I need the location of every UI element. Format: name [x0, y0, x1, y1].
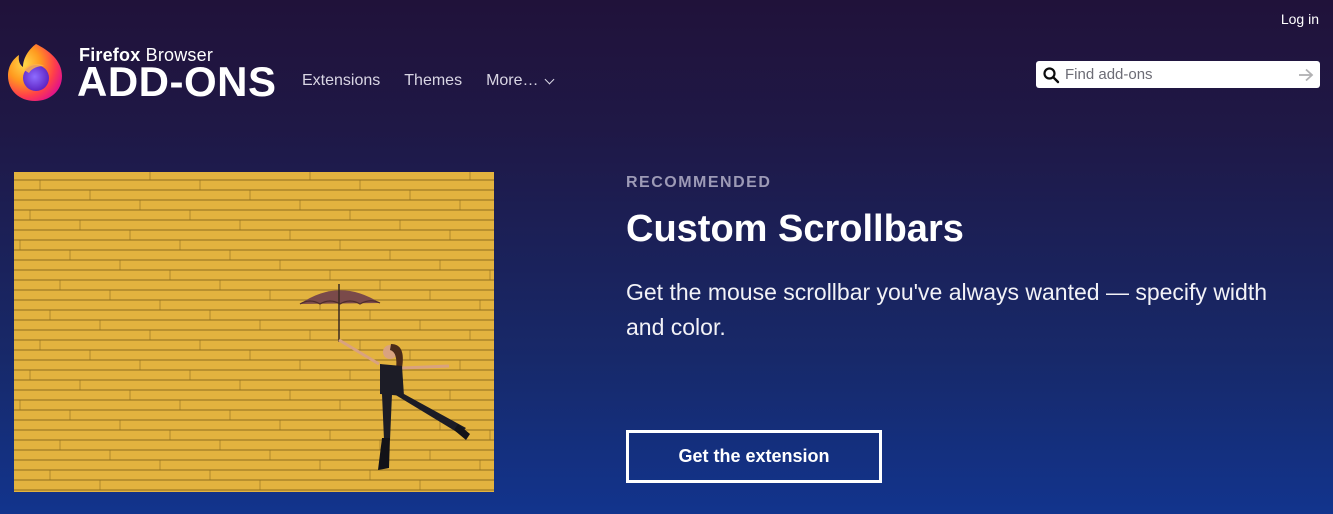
hero-title[interactable]: Custom Scrollbars — [626, 208, 964, 251]
search-input[interactable] — [1060, 66, 1292, 83]
firefox-logo-icon — [8, 44, 62, 101]
main-nav: Extensions Themes More… — [302, 72, 554, 90]
chevron-down-icon — [544, 74, 554, 84]
site-logo-link[interactable]: Firefox Browser ADD-ONS — [4, 40, 294, 110]
hero-description: Get the mouse scrollbar you've always wa… — [626, 279, 1268, 340]
nav-more-label: More… — [486, 72, 539, 89]
search-submit-button[interactable] — [1292, 61, 1320, 88]
get-extension-button[interactable]: Get the extension — [626, 430, 882, 483]
site-header: Firefox Browser ADD-ONS Extensions Theme… — [0, 0, 1333, 120]
search-icon — [1043, 66, 1060, 83]
nav-extensions[interactable]: Extensions — [302, 72, 380, 90]
nav-more-menu[interactable]: More… — [486, 72, 554, 90]
hero-image[interactable] — [14, 172, 494, 492]
nav-themes[interactable]: Themes — [404, 72, 462, 90]
arrow-right-icon — [1299, 68, 1314, 81]
login-link[interactable]: Log in — [1281, 11, 1319, 27]
hero-eyebrow: RECOMMENDED — [626, 174, 772, 191]
hero-image-art — [14, 172, 494, 492]
nav-extensions-label: Extensions — [302, 72, 381, 89]
brand-add-ons: ADD-ONS — [77, 58, 277, 105]
search-bar — [1036, 61, 1320, 88]
nav-themes-label: Themes — [404, 72, 463, 89]
